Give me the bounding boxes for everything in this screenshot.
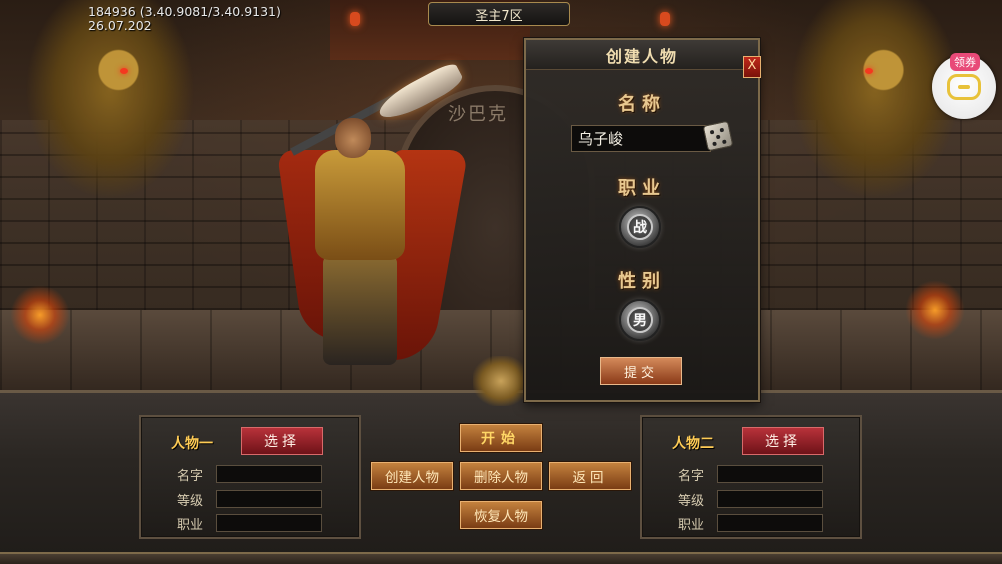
delete-character-button[interactable]: 删除人物: [460, 462, 542, 490]
back-button[interactable]: 返回: [549, 462, 631, 490]
name-field-label: 名字: [678, 469, 705, 484]
date-line: 26.07.202: [88, 18, 152, 33]
job-label: 职业: [618, 178, 666, 199]
name-field: [717, 465, 823, 483]
level-field: [216, 490, 322, 508]
character-name-input[interactable]: [571, 125, 711, 152]
job-field-label: 职业: [678, 518, 705, 533]
panel-bottom-edge: [0, 552, 1002, 564]
lantern-icon: [350, 12, 360, 26]
level-field: [717, 490, 823, 508]
submit-button[interactable]: 提交: [600, 357, 682, 385]
dragon-emblem-icon: [473, 356, 529, 406]
random-name-dice-icon[interactable]: [702, 120, 734, 152]
job-field: [216, 514, 322, 532]
select-character-1-button[interactable]: 选择: [241, 427, 323, 455]
level-field-label: 等级: [177, 494, 204, 509]
character-slot-2: 人物二 选择 名字 等级 职业: [640, 415, 862, 539]
slot-title: 人物二: [672, 436, 714, 452]
server-name-tab: 圣主7区: [428, 2, 570, 26]
gender-male-button[interactable]: 男: [619, 299, 661, 341]
job-value: 战: [627, 214, 653, 240]
job-field-label: 职业: [177, 518, 204, 533]
character-slot-1: 人物一 选择 名字 等级 职业: [139, 415, 361, 539]
game-scene-background: 沙巴克: [0, 0, 1002, 400]
close-dialog-button[interactable]: X: [743, 56, 761, 78]
create-character-dialog: 创建人物 名称 职业 战 性别 男 提交: [524, 38, 760, 402]
lantern-icon: [660, 12, 670, 26]
gender-value: 男: [627, 307, 653, 333]
restore-character-button[interactable]: 恢复人物: [460, 501, 542, 529]
gamepad-icon: [947, 74, 981, 100]
version-line: 184936 (3.40.9081/3.40.9131): [88, 4, 281, 19]
job-field: [717, 514, 823, 532]
version-info: 184936 (3.40.9081/3.40.9131) 26.07.202: [88, 5, 281, 33]
select-character-2-button[interactable]: 选择: [742, 427, 824, 455]
warrior-character-model: [255, 60, 485, 370]
job-warrior-button[interactable]: 战: [619, 206, 661, 248]
slot-title: 人物一: [171, 436, 213, 452]
dialog-title: 创建人物: [526, 40, 758, 70]
name-label: 名称: [618, 94, 666, 115]
fire-effect: [10, 285, 70, 345]
server-name: 圣主7区: [475, 8, 523, 24]
fire-effect: [905, 280, 965, 340]
gender-label: 性别: [618, 271, 666, 292]
coupon-label[interactable]: 领券: [950, 53, 980, 71]
name-field: [216, 465, 322, 483]
level-field-label: 等级: [678, 494, 705, 509]
start-button[interactable]: 开始: [460, 424, 542, 452]
create-character-button[interactable]: 创建人物: [371, 462, 453, 490]
name-field-label: 名字: [177, 469, 204, 484]
